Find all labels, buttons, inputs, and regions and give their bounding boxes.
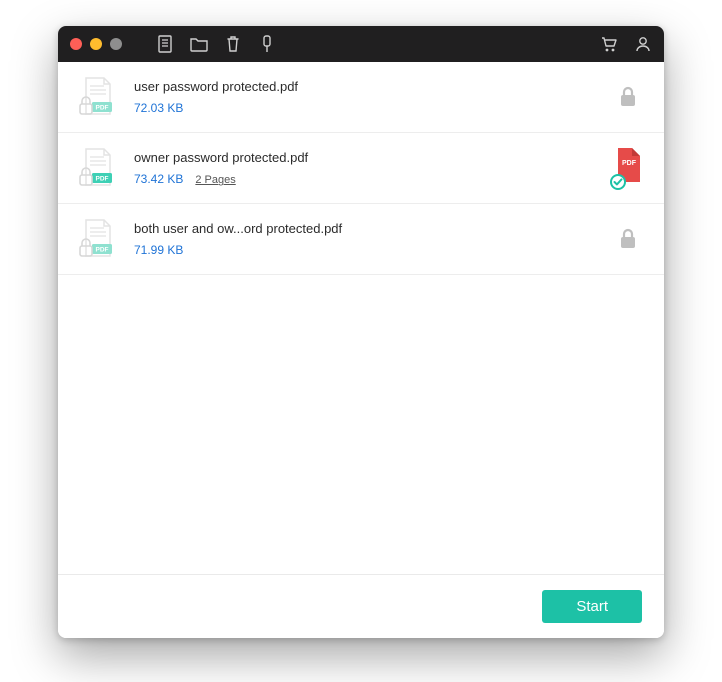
trash-icon[interactable]	[224, 35, 242, 53]
pdf-thumb-icon: PDF	[74, 216, 120, 262]
svg-text:PDF: PDF	[622, 160, 637, 167]
file-info: user password protected.pdf 72.03 KB	[134, 79, 594, 116]
list-item[interactable]: PDF owner password protected.pdf 73.42 K…	[58, 133, 664, 204]
svg-text:PDF: PDF	[96, 105, 109, 112]
file-size: 71.99 KB	[134, 243, 183, 257]
file-name: user password protected.pdf	[134, 79, 594, 96]
check-circle-icon	[611, 175, 625, 189]
pdf-thumb-icon: PDF	[74, 145, 120, 191]
tag-icon[interactable]	[258, 35, 276, 53]
file-name: owner password protected.pdf	[134, 150, 594, 167]
lock-icon	[618, 86, 638, 108]
toolbar-right	[600, 35, 652, 53]
list-item[interactable]: PDF user password protected.pdf 72.03 KB	[58, 62, 664, 133]
status-locked	[608, 228, 648, 250]
svg-text:PDF: PDF	[96, 176, 109, 183]
pdf-thumb-icon: PDF	[74, 74, 120, 120]
status-locked	[608, 86, 648, 108]
titlebar	[58, 26, 664, 62]
file-size: 72.03 KB	[134, 101, 183, 115]
file-size: 73.42 KB	[134, 172, 183, 186]
app-window: PDF user password protected.pdf 72.03 KB	[58, 26, 664, 638]
list-item[interactable]: PDF both user and ow...ord protected.pdf…	[58, 204, 664, 275]
status-pdf-ok: PDF	[608, 146, 648, 190]
maximize-icon[interactable]	[110, 38, 122, 50]
toolbar-left	[156, 35, 276, 53]
file-info: both user and ow...ord protected.pdf 71.…	[134, 221, 594, 258]
svg-text:PDF: PDF	[96, 247, 109, 254]
start-button[interactable]: Start	[542, 590, 642, 623]
user-icon[interactable]	[634, 35, 652, 53]
file-info: owner password protected.pdf 73.42 KB 2 …	[134, 150, 594, 187]
close-icon[interactable]	[70, 38, 82, 50]
folder-icon[interactable]	[190, 35, 208, 53]
document-icon[interactable]	[156, 35, 174, 53]
file-name: both user and ow...ord protected.pdf	[134, 221, 594, 238]
minimize-icon[interactable]	[90, 38, 102, 50]
traffic-lights	[70, 38, 122, 50]
lock-icon	[618, 228, 638, 250]
file-list: PDF user password protected.pdf 72.03 KB	[58, 62, 664, 574]
footer: Start	[58, 574, 664, 638]
pages-link[interactable]: 2 Pages	[195, 174, 235, 186]
cart-icon[interactable]	[600, 35, 618, 53]
